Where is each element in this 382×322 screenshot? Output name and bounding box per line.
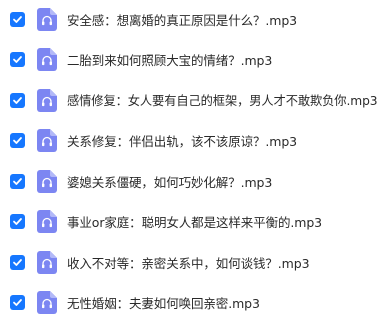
checkbox-checked[interactable]	[10, 51, 25, 67]
checkmark-icon	[13, 15, 22, 23]
checkmark-icon	[13, 136, 22, 144]
file-name: 关系修复：伴侣出轨，该不该原谅？.mp3	[67, 133, 298, 149]
file-name: 感情修复：女人要有自己的框架，男人才不敢欺负你.mp3	[67, 94, 378, 108]
file-name: 无性婚姻：夫妻如何唤回亲密.mp3	[67, 295, 260, 311]
file-name: 二胎到来如何照顾大宝的情绪？.mp3	[67, 52, 273, 68]
file-row[interactable]: 无性婚姻：夫妻如何唤回亲密.mp3	[0, 283, 382, 321]
checkbox-checked[interactable]	[10, 92, 25, 108]
audio-file-icon	[37, 128, 57, 152]
checkmark-icon	[13, 96, 22, 104]
file-row[interactable]: 感情修复：女人要有自己的框架，男人才不敢欺负你.mp3	[0, 81, 382, 119]
checkbox-checked[interactable]	[10, 213, 25, 229]
file-row[interactable]: 二胎到来如何照顾大宝的情绪？.mp3	[0, 40, 382, 78]
file-name: 安全感：想离婚的真正原因是什么？.mp3	[67, 12, 298, 28]
file-row[interactable]: 安全感：想离婚的真正原因是什么？.mp3	[0, 0, 382, 38]
checkbox-checked[interactable]	[10, 132, 25, 148]
file-row[interactable]: 收入不对等：亲密关系中，如何谈钱？.mp3	[0, 243, 382, 281]
audio-file-icon	[37, 88, 57, 112]
file-row[interactable]: 婆媳关系僵硬，如何巧妙化解？.mp3	[0, 162, 382, 200]
audio-file-icon	[37, 290, 57, 314]
file-row[interactable]: 事业or家庭：聪明女人都是这样来平衡的.mp3	[0, 202, 382, 240]
checkmark-icon	[13, 258, 22, 266]
checkbox-checked[interactable]	[10, 173, 25, 189]
audio-file-icon	[37, 169, 57, 193]
file-name: 婆媳关系僵硬，如何巧妙化解？.mp3	[67, 174, 273, 190]
checkbox-checked[interactable]	[10, 294, 25, 310]
checkbox-checked[interactable]	[10, 11, 25, 27]
audio-file-icon	[37, 209, 57, 233]
checkmark-icon	[13, 217, 22, 225]
file-name: 事业or家庭：聪明女人都是这样来平衡的.mp3	[67, 214, 323, 230]
audio-file-icon	[37, 7, 57, 31]
audio-file-icon	[37, 47, 57, 71]
checkbox-checked[interactable]	[10, 254, 25, 270]
file-name: 收入不对等：亲密关系中，如何谈钱？.mp3	[67, 255, 310, 271]
file-row[interactable]: 关系修复：伴侣出轨，该不该原谅？.mp3	[0, 121, 382, 159]
checkmark-icon	[13, 298, 22, 306]
audio-file-icon	[37, 250, 57, 274]
checkmark-icon	[13, 55, 22, 63]
file-list: 安全感：想离婚的真正原因是什么？.mp3 二胎到来如何照顾大宝的情绪？.mp3 …	[0, 0, 382, 322]
checkmark-icon	[13, 177, 22, 185]
